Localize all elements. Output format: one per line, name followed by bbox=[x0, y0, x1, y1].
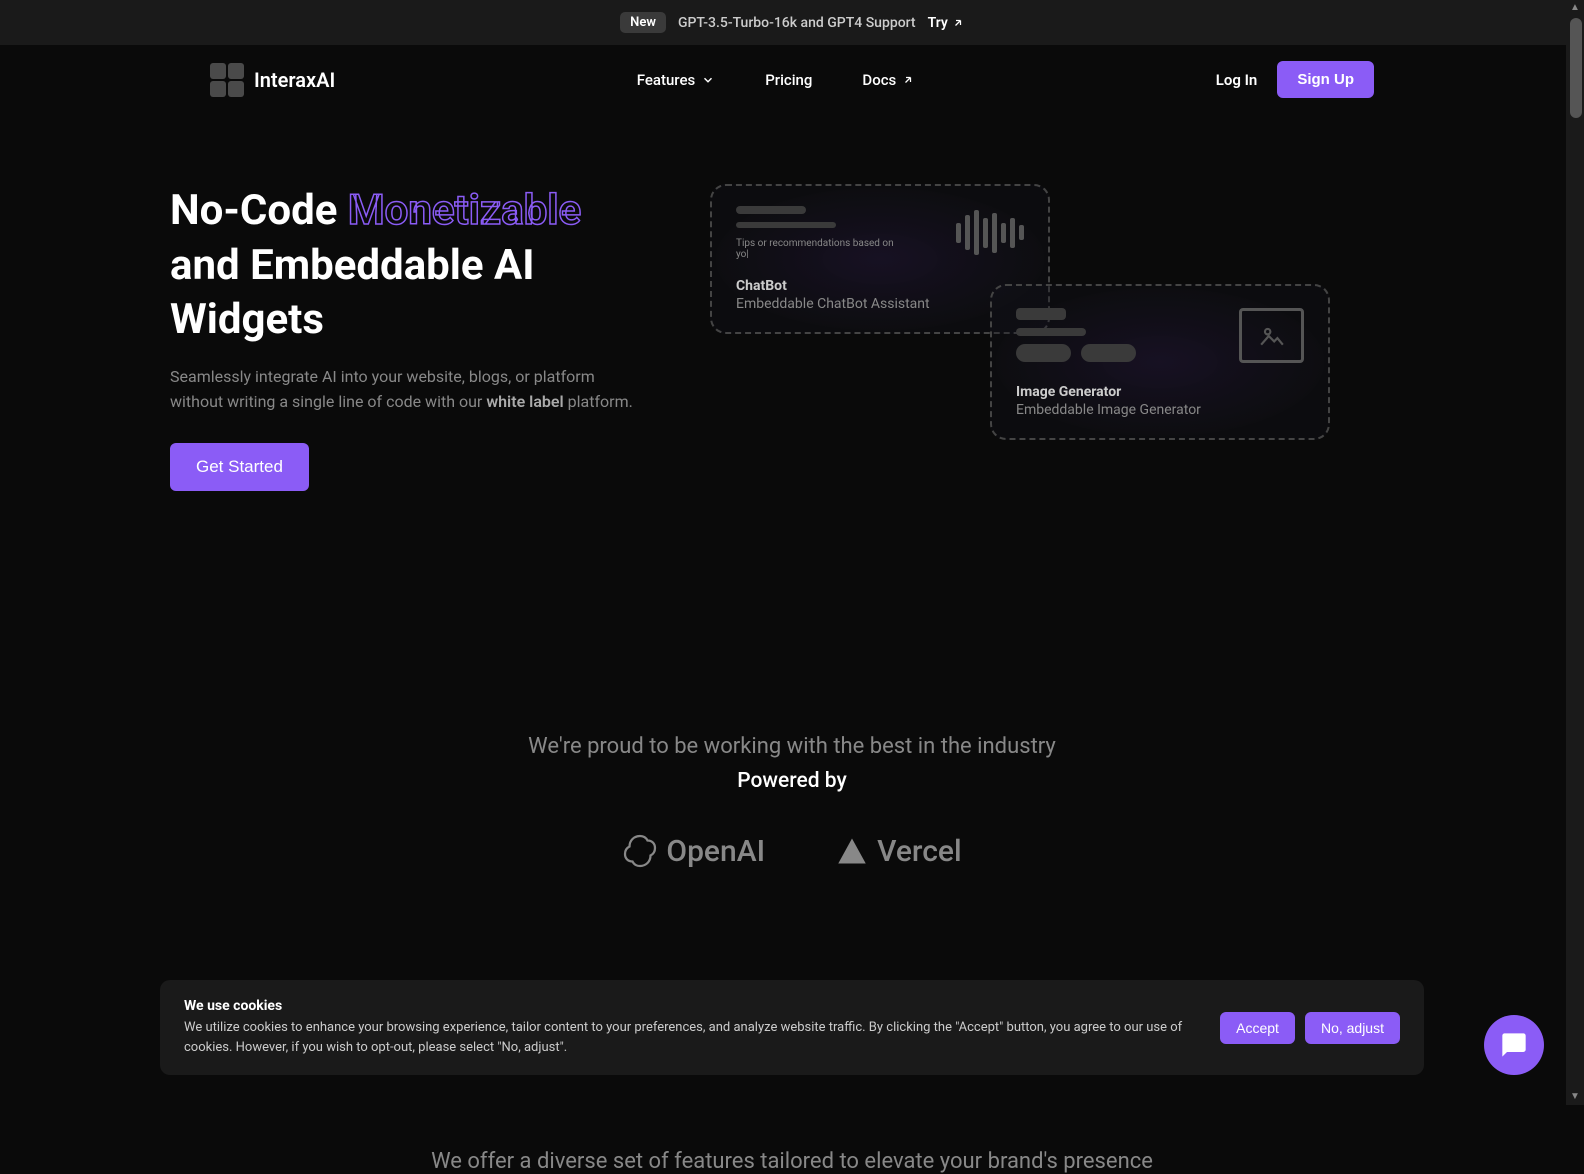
chatbot-prompt-text: Tips or recommendations based on yo| bbox=[736, 238, 906, 260]
chat-widget-button[interactable] bbox=[1484, 1015, 1544, 1075]
cookie-buttons: Accept No, adjust bbox=[1220, 1012, 1400, 1044]
hero-content: No-Code Monetizable and Embeddable AI Wi… bbox=[170, 184, 650, 534]
cookie-reject-button[interactable]: No, adjust bbox=[1305, 1012, 1400, 1044]
skeleton-line bbox=[1016, 328, 1086, 336]
external-link-icon bbox=[952, 17, 964, 29]
chevron-down-icon bbox=[701, 73, 715, 87]
external-link-icon bbox=[902, 74, 914, 86]
cookie-accept-button[interactable]: Accept bbox=[1220, 1012, 1295, 1044]
hero-description: Seamlessly integrate AI into your websit… bbox=[170, 364, 650, 415]
hero-title-part1: No-Code bbox=[170, 186, 348, 235]
new-badge: New bbox=[620, 12, 666, 33]
logo-icon bbox=[210, 63, 244, 97]
signup-button[interactable]: Sign Up bbox=[1277, 61, 1374, 98]
nav-pricing[interactable]: Pricing bbox=[765, 71, 812, 89]
get-started-button[interactable]: Get Started bbox=[170, 443, 309, 491]
image-gen-subtitle: Embeddable Image Generator bbox=[1016, 402, 1304, 418]
openai-icon bbox=[622, 833, 658, 869]
chatbot-title: ChatBot bbox=[736, 278, 1024, 294]
nav-docs[interactable]: Docs bbox=[862, 71, 914, 89]
nav-features-label: Features bbox=[637, 71, 695, 89]
hero-desc-part2: platform. bbox=[564, 392, 633, 411]
cookie-description: We utilize cookies to enhance your brows… bbox=[184, 1018, 1190, 1057]
scrollbar[interactable]: ▲ ▼ bbox=[1566, 0, 1584, 1105]
announcement-text: GPT-3.5-Turbo-16k and GPT4 Support bbox=[678, 15, 916, 31]
chat-icon bbox=[1500, 1031, 1528, 1059]
skeleton-line bbox=[1016, 308, 1066, 320]
chatbot-subtitle: Embeddable ChatBot Assistant bbox=[736, 296, 1024, 312]
hero-title: No-Code Monetizable and Embeddable AI Wi… bbox=[170, 184, 650, 348]
scroll-up-arrow-icon[interactable]: ▲ bbox=[1569, 2, 1581, 14]
login-link[interactable]: Log In bbox=[1216, 71, 1258, 89]
main-nav: InteraxAI Features Pricing Docs Log In S… bbox=[0, 45, 1584, 114]
openai-label: OpenAI bbox=[666, 834, 765, 869]
skeleton-line bbox=[736, 222, 836, 228]
auth-section: Log In Sign Up bbox=[1216, 61, 1374, 98]
cookie-title: We use cookies bbox=[184, 998, 1190, 1014]
logo[interactable]: InteraxAI bbox=[210, 63, 335, 97]
try-link[interactable]: Try bbox=[928, 15, 964, 31]
hero-title-highlight: Monetizable bbox=[348, 186, 581, 235]
image-gen-title: Image Generator bbox=[1016, 384, 1304, 400]
image-generator-widget-card: Image Generator Embeddable Image Generat… bbox=[990, 284, 1330, 440]
partner-logos: OpenAI Vercel bbox=[170, 833, 1414, 869]
image-placeholder-icon bbox=[1239, 308, 1304, 363]
hero-desc-bold: white label bbox=[486, 392, 563, 411]
vercel-icon bbox=[835, 836, 869, 866]
hero-title-part2: and Embeddable AI Widgets bbox=[170, 241, 535, 345]
scrollbar-thumb[interactable] bbox=[1570, 18, 1582, 118]
openai-logo: OpenAI bbox=[622, 833, 765, 869]
scroll-down-arrow-icon[interactable]: ▼ bbox=[1569, 1091, 1581, 1103]
skeleton-group bbox=[1016, 308, 1136, 374]
nav-docs-label: Docs bbox=[862, 71, 896, 89]
try-label: Try bbox=[928, 15, 948, 31]
skeleton-line bbox=[736, 206, 806, 214]
nav-links: Features Pricing Docs bbox=[637, 71, 915, 89]
vercel-logo: Vercel bbox=[835, 834, 962, 869]
brand-name: InteraxAI bbox=[254, 68, 335, 92]
partners-heading: Powered by bbox=[170, 769, 1414, 793]
hero-widgets: Tips or recommendations based on yo| Cha… bbox=[710, 184, 1414, 534]
features-tagline: We offer a diverse set of features tailo… bbox=[0, 1149, 1584, 1174]
partners-section: We're proud to be working with the best … bbox=[0, 734, 1584, 869]
cookie-banner: We use cookies We utilize cookies to enh… bbox=[160, 980, 1424, 1075]
partners-tagline: We're proud to be working with the best … bbox=[170, 734, 1414, 759]
nav-features[interactable]: Features bbox=[637, 71, 715, 89]
waveform-icon bbox=[956, 210, 1024, 255]
vercel-label: Vercel bbox=[877, 834, 962, 869]
cookie-text: We use cookies We utilize cookies to enh… bbox=[184, 998, 1190, 1057]
skeleton-pills bbox=[1016, 344, 1136, 374]
hero-section: No-Code Monetizable and Embeddable AI Wi… bbox=[0, 114, 1584, 534]
announcement-bar[interactable]: New GPT-3.5-Turbo-16k and GPT4 Support T… bbox=[0, 0, 1584, 45]
